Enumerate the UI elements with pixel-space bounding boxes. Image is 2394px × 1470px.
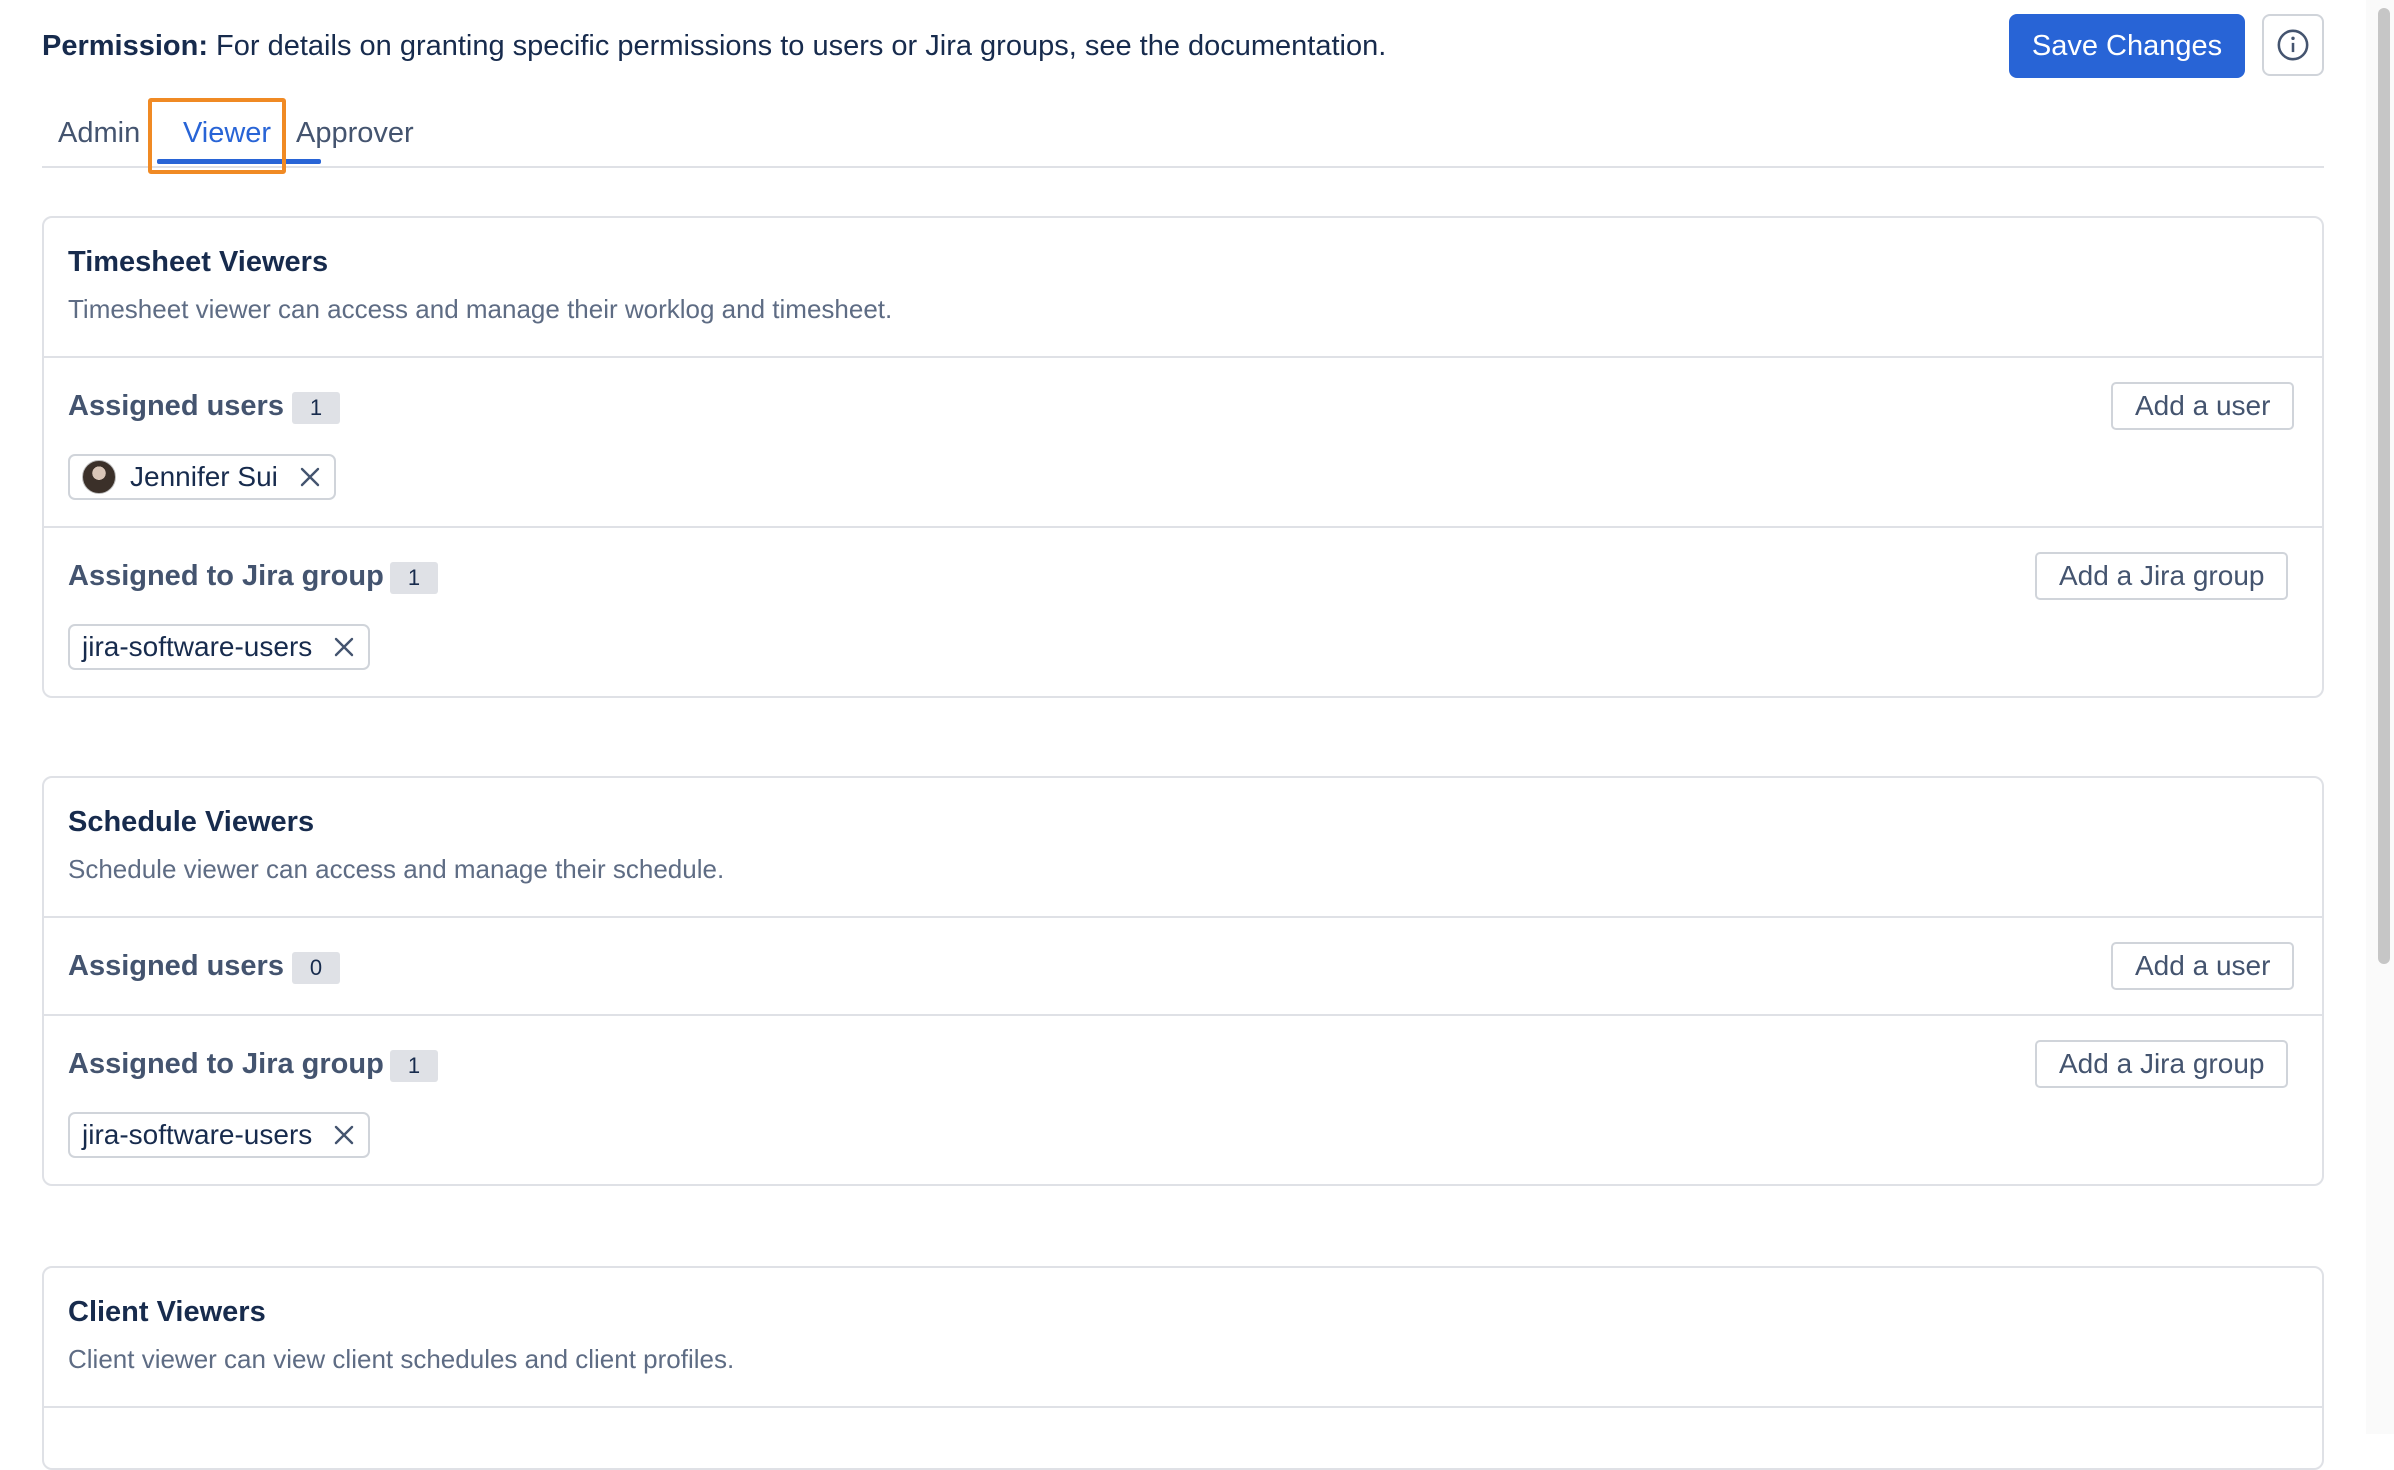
close-icon (335, 637, 354, 657)
scrollbar-thumb[interactable] (2378, 8, 2390, 964)
user-chip-name: Jennifer Sui (130, 461, 278, 492)
group-chip: jira-software-users (68, 1112, 371, 1158)
permission-help-text: For details on granting specific permiss… (208, 30, 1387, 62)
info-button[interactable] (2262, 14, 2324, 76)
header-bar: Permission: For details on granting spec… (42, 14, 2324, 78)
assigned-users-label: Assigned users (68, 390, 284, 422)
count-badge: 1 (292, 392, 340, 424)
card-title: Client Viewers (68, 1296, 266, 1328)
tab-approver[interactable]: Approver (296, 100, 414, 166)
card-client-viewers: Client Viewers Client viewer can view cl… (42, 1266, 2324, 1470)
remove-user-button[interactable] (298, 465, 322, 489)
add-user-button[interactable]: Add a user (2111, 382, 2295, 430)
card-title: Timesheet Viewers (68, 246, 329, 278)
card-header: Schedule Viewers Schedule viewer can acc… (44, 778, 2322, 918)
remove-group-button[interactable] (332, 635, 356, 659)
card-timesheet-viewers: Timesheet Viewers Timesheet viewer can a… (42, 216, 2324, 698)
assigned-users-section: Assigned users 0 Add a user (44, 918, 2322, 1016)
add-jira-group-button[interactable]: Add a Jira group (2035, 552, 2289, 600)
card-description: Timesheet viewer can access and manage t… (68, 294, 893, 324)
card-title: Schedule Viewers (68, 806, 315, 838)
info-circle-icon (2277, 29, 2309, 61)
group-chip-name: jira-software-users (82, 631, 313, 662)
assigned-groups-section: Assigned to Jira group 1 Add a Jira grou… (44, 528, 2322, 696)
card-description: Schedule viewer can access and manage th… (68, 854, 725, 884)
save-changes-button[interactable]: Save Changes (2009, 14, 2245, 78)
remove-group-button[interactable] (332, 1123, 356, 1147)
close-icon (300, 467, 320, 487)
add-user-button[interactable]: Add a user (2111, 942, 2295, 990)
count-badge: 1 (390, 1050, 438, 1082)
count-badge: 1 (390, 562, 438, 594)
card-header: Client Viewers Client viewer can view cl… (44, 1268, 2322, 1408)
user-chip: Jennifer Sui (68, 454, 336, 500)
assigned-users-label: Assigned users (68, 950, 284, 982)
permission-label: Permission: (42, 30, 208, 62)
group-chip: jira-software-users (68, 624, 371, 670)
assigned-users-section: Assigned users 1 Add a user Jennifer Sui (44, 358, 2322, 528)
assigned-groups-label: Assigned to Jira group (68, 560, 384, 592)
assigned-groups-section: Assigned to Jira group 1 Add a Jira grou… (44, 1016, 2322, 1184)
permission-description: Permission: For details on granting spec… (42, 28, 1386, 64)
assigned-groups-label: Assigned to Jira group (68, 1048, 384, 1080)
group-chip-name: jira-software-users (82, 1119, 313, 1150)
tab-admin[interactable]: Admin (58, 100, 140, 166)
card-description: Client viewer can view client schedules … (68, 1344, 735, 1374)
count-badge: 0 (292, 952, 340, 984)
add-jira-group-button[interactable]: Add a Jira group (2035, 1040, 2289, 1088)
card-header: Timesheet Viewers Timesheet viewer can a… (44, 218, 2322, 358)
tab-focus-highlight (148, 98, 286, 174)
tab-bar: Admin Viewer Approver (42, 98, 2324, 174)
card-schedule-viewers: Schedule Viewers Schedule viewer can acc… (42, 776, 2324, 1186)
close-icon (335, 1125, 354, 1145)
avatar (82, 460, 116, 494)
